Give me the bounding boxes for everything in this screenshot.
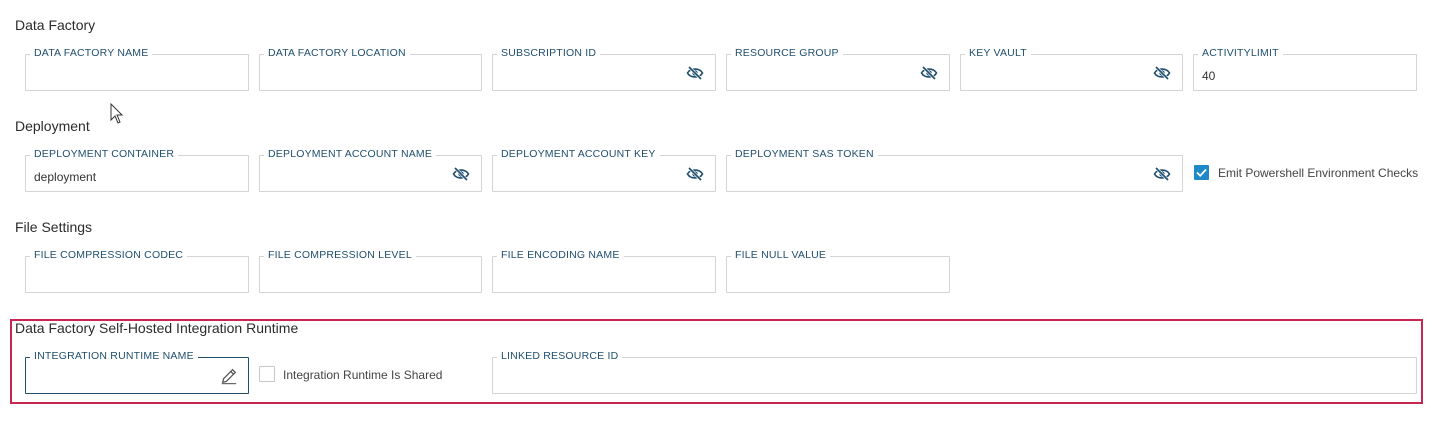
field-label: FILE NULL VALUE	[731, 249, 831, 261]
field-label: DATA FACTORY NAME	[30, 47, 153, 59]
field-value: 40	[1202, 69, 1216, 83]
section-title-integration-runtime: Data Factory Self-Hosted Integration Run…	[15, 320, 299, 336]
key-vault-field[interactable]: KEY VAULT	[960, 47, 1183, 91]
emit-checks-label[interactable]: Emit Powershell Environment Checks	[1218, 166, 1418, 180]
section-title-data-factory: Data Factory	[15, 17, 96, 33]
file-null-value-field[interactable]: FILE NULL VALUE	[726, 249, 950, 293]
field-label: DEPLOYMENT SAS TOKEN	[731, 148, 878, 160]
field-label: ACTIVITYLIMIT	[1198, 47, 1283, 59]
data-factory-name-field[interactable]: DATA FACTORY NAME	[25, 47, 249, 91]
deployment-account-key-field[interactable]: DEPLOYMENT ACCOUNT KEY	[492, 148, 716, 192]
eye-slash-icon[interactable]	[1153, 167, 1171, 181]
integration-runtime-shared-label[interactable]: Integration Runtime Is Shared	[283, 368, 442, 382]
file-compression-codec-field[interactable]: FILE COMPRESSION CODEC	[25, 249, 249, 293]
integration-runtime-name-field[interactable]: INTEGRATION RUNTIME NAME	[25, 350, 249, 394]
checkmark-icon	[1196, 168, 1207, 177]
eye-slash-icon[interactable]	[686, 167, 704, 181]
section-title-deployment: Deployment	[15, 118, 90, 134]
section-title-file-settings: File Settings	[15, 219, 93, 235]
field-label: INTEGRATION RUNTIME NAME	[30, 350, 198, 362]
data-factory-location-field[interactable]: DATA FACTORY LOCATION	[259, 47, 482, 91]
pencil-icon[interactable]	[220, 367, 238, 385]
eye-slash-icon[interactable]	[452, 167, 470, 181]
field-label: SUBSCRIPTION ID	[497, 47, 601, 59]
deployment-container-field[interactable]: DEPLOYMENT CONTAINER deployment	[25, 148, 249, 192]
field-label: FILE COMPRESSION LEVEL	[264, 249, 416, 261]
field-label: KEY VAULT	[965, 47, 1031, 59]
emit-checks-checkbox[interactable]	[1194, 165, 1209, 180]
eye-slash-icon[interactable]	[686, 66, 704, 80]
field-label: FILE COMPRESSION CODEC	[30, 249, 188, 261]
eye-slash-icon[interactable]	[1153, 66, 1171, 80]
file-compression-level-field[interactable]: FILE COMPRESSION LEVEL	[259, 249, 482, 293]
eye-slash-icon[interactable]	[920, 66, 938, 80]
field-label: DEPLOYMENT ACCOUNT KEY	[497, 148, 660, 160]
field-value: deployment	[34, 170, 97, 184]
activity-limit-field[interactable]: ACTIVITYLIMIT 40	[1193, 47, 1417, 91]
field-label: DEPLOYMENT ACCOUNT NAME	[264, 148, 437, 160]
field-label: DATA FACTORY LOCATION	[264, 47, 410, 59]
deployment-sas-token-field[interactable]: DEPLOYMENT SAS TOKEN	[726, 148, 1183, 192]
resource-group-field[interactable]: RESOURCE GROUP	[726, 47, 950, 91]
subscription-id-field[interactable]: SUBSCRIPTION ID	[492, 47, 716, 91]
field-label: LINKED RESOURCE ID	[497, 350, 623, 362]
deployment-account-name-field[interactable]: DEPLOYMENT ACCOUNT NAME	[259, 148, 482, 192]
file-encoding-name-field[interactable]: FILE ENCODING NAME	[492, 249, 716, 293]
linked-resource-id-field[interactable]: LINKED RESOURCE ID	[492, 350, 1417, 394]
field-label: DEPLOYMENT CONTAINER	[30, 148, 179, 160]
integration-runtime-shared-checkbox[interactable]	[259, 366, 275, 382]
mouse-pointer-icon	[110, 103, 124, 124]
field-label: RESOURCE GROUP	[731, 47, 843, 59]
field-label: FILE ENCODING NAME	[497, 249, 624, 261]
